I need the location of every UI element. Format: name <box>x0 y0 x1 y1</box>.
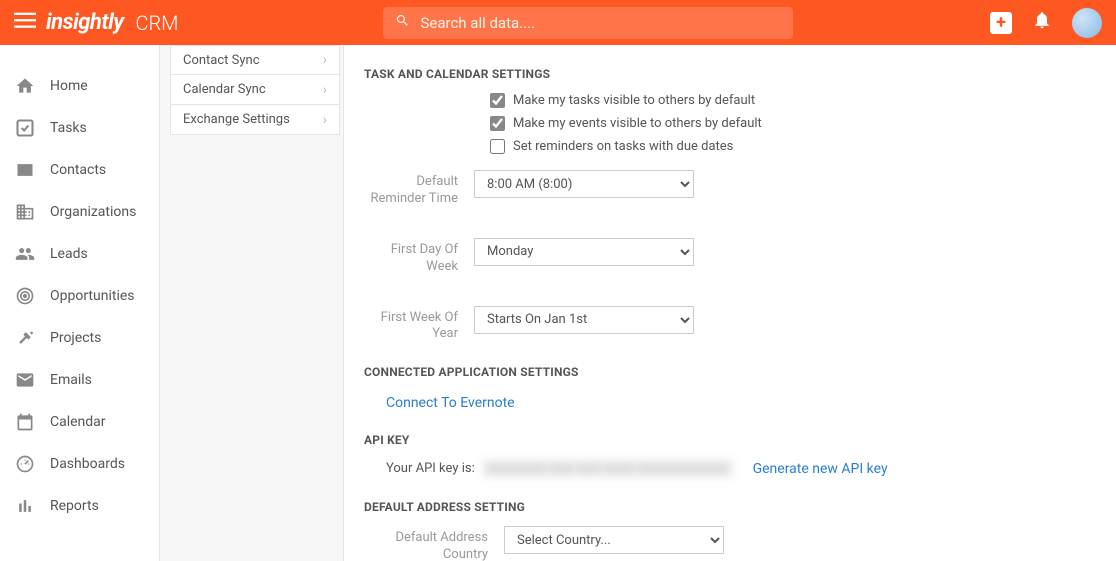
product-label: CRM <box>135 11 178 35</box>
api-key-value: xxxxxxxx-xxx-xxx-xxxx-xxxxxxxxxxxx <box>483 459 733 478</box>
nav-label: Leads <box>50 246 88 262</box>
checkbox-label: Set reminders on tasks with due dates <box>513 139 733 154</box>
settings-content: TASK AND CALENDAR SETTINGS Make my tasks… <box>343 45 1116 561</box>
checkbox-label: Make my events visible to others by defa… <box>513 116 762 131</box>
label-reminder-time: Default Reminder Time <box>364 170 474 208</box>
nav-calendar[interactable]: Calendar <box>0 401 159 443</box>
calendar-icon <box>14 411 36 433</box>
subnav-label: Calendar Sync <box>183 82 266 97</box>
search-box[interactable] <box>383 7 793 39</box>
chevron-right-icon: › <box>323 52 327 68</box>
logo-text: insightly <box>46 10 123 35</box>
section-default-address: DEFAULT ADDRESS SETTING <box>364 500 1096 514</box>
sidebar: Home Tasks Contacts Organizations Leads … <box>0 45 160 561</box>
select-first-day[interactable]: Monday <box>474 238 694 266</box>
nav-projects[interactable]: Projects <box>0 317 159 359</box>
nav-label: Calendar <box>50 414 106 430</box>
nav-opportunities[interactable]: Opportunities <box>0 275 159 317</box>
chevron-right-icon: › <box>323 112 327 128</box>
label-first-week: First Week Of Year <box>364 306 474 344</box>
gauge-icon <box>14 453 36 475</box>
api-key-label: Your API key is: <box>386 461 475 476</box>
nav-label: Projects <box>50 330 101 346</box>
label-default-country: Default Address Country <box>364 526 504 561</box>
target-icon <box>14 285 36 307</box>
checkbox-tasks-visible[interactable] <box>490 93 505 108</box>
leads-icon <box>14 243 36 265</box>
nav-label: Home <box>50 78 88 94</box>
section-task-calendar: TASK AND CALENDAR SETTINGS <box>364 67 1096 81</box>
search-input[interactable] <box>420 14 781 32</box>
nav-contacts[interactable]: Contacts <box>0 149 159 191</box>
nav-dashboards[interactable]: Dashboards <box>0 443 159 485</box>
contact-icon <box>14 159 36 181</box>
hammer-icon <box>14 327 36 349</box>
nav-label: Tasks <box>50 120 87 136</box>
select-default-country[interactable]: Select Country... <box>504 526 724 554</box>
checkbox-events-visible[interactable] <box>490 116 505 131</box>
link-generate-api-key[interactable]: Generate new API key <box>753 461 888 477</box>
subnav-label: Exchange Settings <box>183 112 290 127</box>
nav-reports[interactable]: Reports <box>0 485 159 527</box>
add-button[interactable]: + <box>990 12 1012 34</box>
notifications-icon[interactable] <box>1032 10 1052 35</box>
chart-icon <box>14 495 36 517</box>
menu-icon[interactable] <box>14 9 36 37</box>
select-first-week[interactable]: Starts On Jan 1st <box>474 306 694 334</box>
nav-label: Emails <box>50 372 92 388</box>
nav-emails[interactable]: Emails <box>0 359 159 401</box>
subnav-calendar-sync[interactable]: Calendar Sync › <box>170 75 340 105</box>
nav-label: Opportunities <box>50 288 135 304</box>
nav-label: Dashboards <box>50 456 125 472</box>
nav-label: Reports <box>50 498 99 514</box>
subnav-exchange-settings[interactable]: Exchange Settings › <box>170 105 340 135</box>
search-icon <box>395 13 410 32</box>
nav-tasks[interactable]: Tasks <box>0 107 159 149</box>
top-bar: insightly CRM + <box>0 0 1116 45</box>
subnav-contact-sync[interactable]: Contact Sync › <box>170 45 340 75</box>
checkbox-label: Make my tasks visible to others by defau… <box>513 93 755 108</box>
link-connect-evernote[interactable]: Connect To Evernote <box>386 395 515 411</box>
check-icon <box>14 117 36 139</box>
chevron-right-icon: › <box>323 82 327 98</box>
nav-home[interactable]: Home <box>0 65 159 107</box>
nav-label: Contacts <box>50 162 106 178</box>
nav-organizations[interactable]: Organizations <box>0 191 159 233</box>
avatar[interactable] <box>1072 8 1102 38</box>
label-first-day: First Day Of Week <box>364 238 474 276</box>
nav-label: Organizations <box>50 204 136 220</box>
building-icon <box>14 201 36 223</box>
subnav-label: Contact Sync <box>183 53 260 68</box>
settings-subnav: Contact Sync › Calendar Sync › Exchange … <box>160 45 343 561</box>
home-icon <box>14 75 36 97</box>
section-connected-apps: CONNECTED APPLICATION SETTINGS <box>364 365 1096 379</box>
checkbox-reminders[interactable] <box>490 139 505 154</box>
section-api-key: API KEY <box>364 433 1096 447</box>
email-icon <box>14 369 36 391</box>
select-reminder-time[interactable]: 8:00 AM (8:00) <box>474 170 694 198</box>
logo: insightly CRM <box>46 10 178 35</box>
nav-leads[interactable]: Leads <box>0 233 159 275</box>
